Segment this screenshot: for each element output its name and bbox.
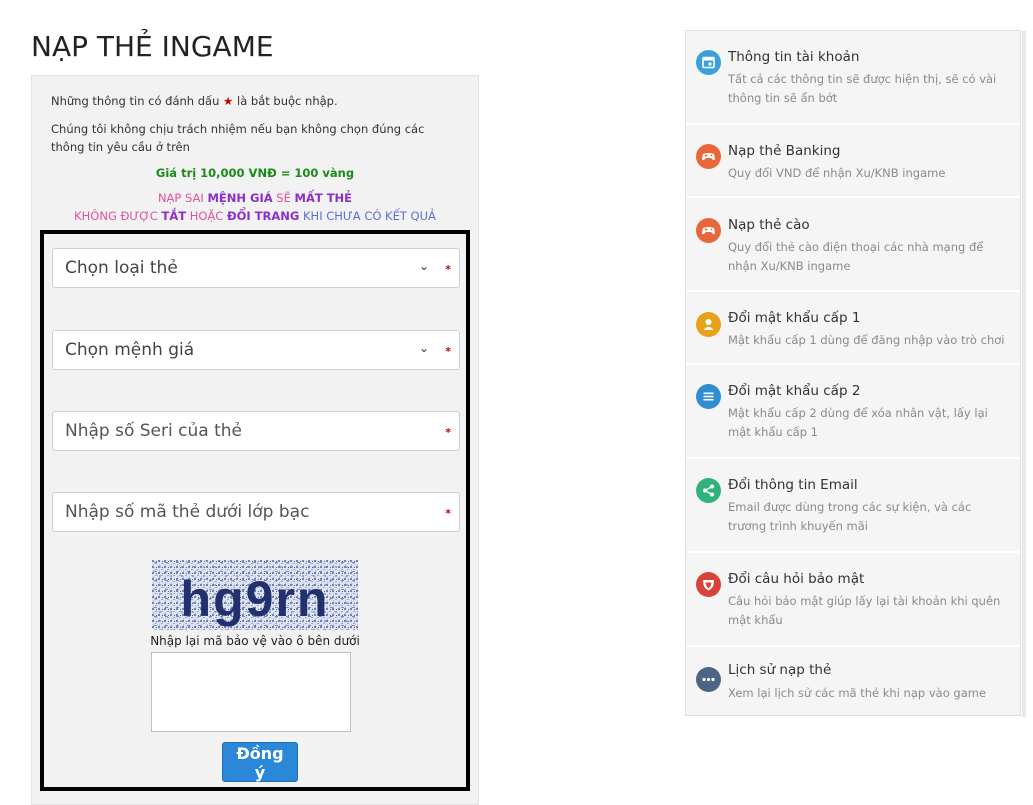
warning-text: HOẶC — [189, 209, 224, 223]
menu-item-title: Nạp thẻ Banking — [728, 143, 841, 159]
warning-text: ĐỔI TRANG — [227, 209, 300, 223]
gamepad-icon — [696, 144, 721, 169]
menu-item-desc: Mật khẩu cấp 2 dùng để xóa nhân vật, lấy… — [728, 406, 988, 439]
gamepad-icon — [696, 218, 721, 243]
account-menu: Thông tin tài khoản Tất cả các thông tin… — [685, 30, 1026, 717]
menu-item-desc: Xem lại lịch sử các mã thẻ khi nạp vào g… — [728, 686, 987, 700]
card-value-select[interactable]: Chọn mệnh giá ⌄ * — [52, 330, 460, 370]
warning-text: NẠP SAI — [157, 191, 204, 205]
menu-item-security-question[interactable]: Đổi câu hỏi bảo mật Câu hỏi bảo mật giúp… — [686, 553, 1020, 647]
warning-text: TẮT — [161, 209, 187, 223]
calendar-icon — [696, 50, 721, 75]
menu-item-banking[interactable]: Nạp thẻ Banking Quy đổi VND để nhận Xu/K… — [686, 125, 1020, 198]
list-icon — [696, 384, 721, 409]
captcha-text: hg9rn — [181, 571, 330, 627]
required-mark: * — [445, 507, 451, 520]
exchange-rate: Giá trị 10,000 VNĐ = 100 vàng — [155, 166, 355, 180]
menu-item-desc: Quy đổi VND để nhận Xu/KNB ingame — [728, 166, 946, 180]
shield-icon — [696, 572, 721, 597]
menu-item-account-info[interactable]: Thông tin tài khoản Tất cả các thông tin… — [686, 31, 1020, 125]
card-type-select[interactable]: Chọn loại thẻ ⌄ * — [52, 248, 460, 288]
warning-text: KHI CHƯA CÓ KẾT QUẢ — [303, 209, 436, 223]
menu-item-title: Đổi mật khẩu cấp 1 — [728, 310, 861, 326]
menu-item-password-level-1[interactable]: Đổi mật khẩu cấp 1 Mật khẩu cấp 1 dùng đ… — [686, 292, 1020, 365]
user-icon — [696, 312, 721, 337]
menu-item-title: Đổi mật khẩu cấp 2 — [728, 383, 861, 399]
serial-field: * — [52, 411, 460, 451]
more-icon — [696, 667, 721, 692]
menu-item-title: Đổi câu hỏi bảo mật — [728, 571, 865, 587]
captcha-label: Nhập lại mã bảo vệ vào ô bên dưới — [150, 634, 360, 648]
required-note-text: Những thông tin có đánh dấu — [51, 94, 220, 108]
required-mark: * — [445, 426, 451, 439]
menu-item-topup-history[interactable]: Lịch sử nạp thẻ Xem lại lịch sử các mã t… — [686, 647, 1020, 715]
warning-text: SẼ — [276, 191, 291, 205]
menu-item-title: Nạp thẻ cào — [728, 217, 810, 233]
menu-item-email[interactable]: Đổi thông tin Email Email được dùng tron… — [686, 459, 1020, 553]
menu-item-title: Thông tin tài khoản — [728, 49, 860, 65]
card-value-placeholder: Chọn mệnh giá — [65, 340, 195, 360]
menu-item-desc: Email được dùng trong các sự kiện, và cá… — [728, 500, 972, 533]
card-code-input[interactable] — [65, 502, 425, 522]
warning-line-2: KHÔNG ĐƯỢC TẮT HOẶC ĐỔI TRANG KHI CHƯA C… — [32, 209, 478, 223]
serial-input[interactable] — [65, 421, 425, 441]
menu-item-desc: Mật khẩu cấp 1 dùng để đăng nhập vào trò… — [728, 333, 1005, 347]
warning-line-1: NẠP SAI MỆNH GIÁ SẼ MẤT THẺ — [32, 191, 478, 205]
page-title: NẠP THẺ INGAME — [31, 30, 274, 63]
required-star-icon: ★ — [223, 94, 234, 108]
warning-text: MỆNH GIÁ — [207, 191, 273, 205]
menu-item-desc: Câu hỏi bảo mật giúp lấy lại tài khoản k… — [728, 594, 1001, 627]
topup-form: Chọn loại thẻ ⌄ * Chọn mệnh giá ⌄ * * * — [40, 230, 470, 791]
required-mark: * — [445, 345, 451, 358]
share-icon — [696, 478, 721, 503]
required-mark: * — [445, 263, 451, 276]
menu-item-desc: Tất cả các thông tin sẽ được hiện thị, s… — [728, 72, 997, 105]
submit-button[interactable]: Đồng ý — [222, 742, 298, 782]
card-type-placeholder: Chọn loại thẻ — [65, 258, 178, 278]
required-note-text-end: là bắt buộc nhập. — [237, 94, 338, 108]
chevron-down-icon: ⌄ — [418, 259, 429, 273]
warning-text: KHÔNG ĐƯỢC — [74, 209, 158, 223]
menu-item-title: Đổi thông tin Email — [728, 477, 858, 493]
menu-item-desc: Quy đổi thẻ cào điện thoại các nhà mạng … — [728, 240, 984, 273]
captcha-image: hg9rn — [152, 560, 358, 630]
menu-item-scratch-card[interactable]: Nạp thẻ cào Quy đổi thẻ cào điện thoại c… — [686, 198, 1020, 292]
warning-text: MẤT THẺ — [294, 191, 353, 205]
menu-item-title: Lịch sử nạp thẻ — [728, 662, 832, 678]
card-code-field: * — [52, 492, 460, 532]
required-note: Những thông tin có đánh dấu ★ là bắt buộ… — [51, 92, 338, 110]
menu-item-password-level-2[interactable]: Đổi mật khẩu cấp 2 Mật khẩu cấp 2 dùng đ… — [686, 365, 1020, 459]
chevron-down-icon: ⌄ — [418, 341, 429, 355]
captcha-input[interactable] — [151, 652, 351, 732]
disclaimer-note: Chúng tôi không chịu trách nhiệm nếu bạn… — [51, 122, 425, 154]
